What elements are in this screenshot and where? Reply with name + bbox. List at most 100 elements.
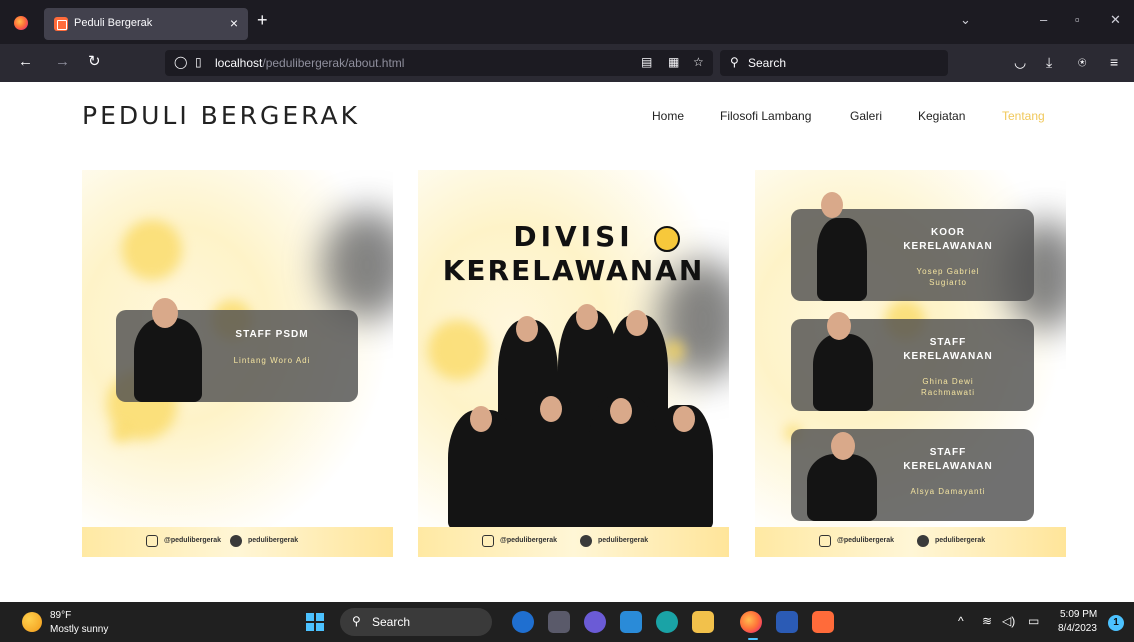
close-tab-icon[interactable]: × <box>230 15 238 31</box>
member-face <box>626 310 648 336</box>
footer-instagram: @pedulibergerak <box>500 537 558 544</box>
active-app-indicator <box>748 638 758 640</box>
url-bar[interactable]: ◯ ▯ localhost/pedulibergerak/about.html … <box>165 50 713 76</box>
card-divisi-kerelawanan: DIVISI KERELAWANAN @pedulibergerak pedul… <box>418 170 729 557</box>
windows-taskbar: 89°F Mostly sunny ⚲ Search ^ ≋ ◁) ▭ 5:09… <box>0 602 1134 642</box>
menu-tentang[interactable]: Tentang <box>1002 109 1045 123</box>
tab-title: Peduli Bergerak <box>74 17 153 29</box>
search-icon: ⚲ <box>352 614 361 628</box>
search-placeholder: Search <box>748 56 787 70</box>
menu-icon[interactable]: ≡ <box>1110 54 1118 70</box>
footer-handle: pedulibergerak <box>935 537 986 544</box>
tiktok-icon <box>917 535 929 547</box>
reload-icon[interactable]: ↻ <box>88 53 101 71</box>
tiktok-icon <box>580 535 592 547</box>
menu-filosofi-lambang[interactable]: Filosofi Lambang <box>720 109 811 123</box>
maximize-icon[interactable]: ▫ <box>1075 12 1080 27</box>
decor-blur <box>322 210 393 320</box>
member-name-line2: Rachmawati <box>920 388 975 397</box>
firefox-icon[interactable] <box>14 16 28 30</box>
teams-chat-icon[interactable] <box>584 611 606 633</box>
url-path: /pedulibergerak/about.html <box>262 56 405 70</box>
member-name: Lintang Woro Adi <box>233 356 311 365</box>
instagram-icon <box>482 535 494 547</box>
card-kerelawanan-members: KOOR KERELAWANAN Yosep Gabriel Sugiarto … <box>755 170 1066 557</box>
member-face <box>540 396 562 422</box>
member-photo <box>817 218 867 301</box>
translate-icon[interactable]: ▦ <box>668 55 679 69</box>
taskbar-search-label: Search <box>372 615 411 629</box>
weather-temperature[interactable]: 89°F <box>50 610 71 621</box>
instagram-icon <box>819 535 831 547</box>
poster-title-line1: DIVISI <box>513 220 634 253</box>
instagram-icon <box>146 535 158 547</box>
member-photo <box>134 318 202 402</box>
member-photo <box>813 334 873 411</box>
footer-handle: pedulibergerak <box>598 537 649 544</box>
menu-kegiatan[interactable]: Kegiatan <box>918 109 965 123</box>
reader-view-icon[interactable]: ▤ <box>641 55 652 69</box>
menu-home[interactable]: Home <box>652 109 684 123</box>
member-role-line2: KERELAWANAN <box>903 351 993 362</box>
member-role-line2: KERELAWANAN <box>903 461 993 472</box>
page-info-icon[interactable]: ▯ <box>195 55 202 69</box>
mail-icon[interactable] <box>620 611 642 633</box>
pocket-icon[interactable]: ◡ <box>1014 54 1026 71</box>
bing-icon[interactable] <box>512 611 534 633</box>
list-tabs-icon[interactable]: ⌄ <box>960 12 971 28</box>
task-view-icon[interactable] <box>548 611 570 633</box>
site-header: PEDULI BERGERAK Home Filosofi Lambang Ga… <box>0 82 1134 154</box>
battery-icon[interactable]: ▭ <box>1028 614 1039 628</box>
footer-instagram: @pedulibergerak <box>164 537 222 544</box>
bookmark-star-icon[interactable]: ☆ <box>693 55 704 69</box>
weather-description[interactable]: Mostly sunny <box>50 624 108 635</box>
member-face <box>610 398 632 424</box>
member-face <box>821 192 843 218</box>
browser-tab[interactable]: Peduli Bergerak × <box>44 8 248 40</box>
site-brand[interactable]: PEDULI BERGERAK <box>82 101 360 130</box>
clock-time[interactable]: 5:09 PM <box>1060 609 1097 620</box>
extensions-icon[interactable]: ⍟ <box>1078 54 1086 71</box>
url-text[interactable]: localhost/pedulibergerak/about.html <box>215 56 404 70</box>
browser-nav-bar: ← → ↻ ◯ ▯ localhost/pedulibergerak/about… <box>0 44 1134 82</box>
back-icon[interactable]: ← <box>18 53 33 71</box>
member-role: STAFF PSDM <box>235 329 309 340</box>
forward-icon[interactable]: → <box>55 53 70 71</box>
card-footer: @pedulibergerak pedulibergerak <box>418 527 729 557</box>
decor-circle <box>428 320 488 380</box>
show-hidden-icons-icon[interactable]: ^ <box>958 614 964 628</box>
edge-icon[interactable] <box>656 611 678 633</box>
minimize-icon[interactable]: – <box>1040 12 1047 27</box>
card-footer: @pedulibergerak pedulibergerak <box>755 527 1066 557</box>
new-tab-icon[interactable]: + <box>257 11 268 29</box>
decor-circle <box>122 220 182 280</box>
card-staff-psdm: STAFF PSDM Lintang Woro Adi @peduliberge… <box>82 170 393 557</box>
member-photo <box>807 454 877 521</box>
url-host: localhost <box>215 56 263 70</box>
file-explorer-icon[interactable] <box>692 611 714 633</box>
member-name-line1: Alsya Damayanti <box>910 487 986 496</box>
tiktok-icon <box>230 535 242 547</box>
windows-start-icon[interactable] <box>306 613 324 631</box>
weather-sun-icon[interactable] <box>22 612 42 632</box>
footer-handle: pedulibergerak <box>248 537 299 544</box>
notification-badge[interactable]: 1 <box>1108 615 1124 631</box>
member-face <box>152 298 178 328</box>
clock-date[interactable]: 8/4/2023 <box>1058 623 1097 634</box>
search-box[interactable]: ⚲ Search <box>720 50 948 76</box>
member-name-line1: Ghina Dewi <box>922 377 974 386</box>
close-window-icon[interactable]: ✕ <box>1110 12 1121 28</box>
shield-icon[interactable]: ◯ <box>174 55 187 69</box>
member-role-line2: KERELAWANAN <box>903 241 993 252</box>
menu-galeri[interactable]: Galeri <box>850 109 882 123</box>
firefox-taskbar-icon[interactable] <box>740 611 762 633</box>
taskbar-search[interactable]: ⚲ Search <box>340 608 492 636</box>
site-favicon-icon <box>54 17 68 31</box>
xampp-icon[interactable] <box>812 611 834 633</box>
page-content: STAFF PSDM Lintang Woro Adi @peduliberge… <box>0 154 1134 602</box>
downloads-icon[interactable]: ⤓ <box>1046 54 1052 71</box>
volume-icon[interactable]: ◁) <box>1002 614 1015 628</box>
word-icon[interactable] <box>776 611 798 633</box>
decor-circle <box>112 425 130 443</box>
wifi-icon[interactable]: ≋ <box>982 614 992 628</box>
